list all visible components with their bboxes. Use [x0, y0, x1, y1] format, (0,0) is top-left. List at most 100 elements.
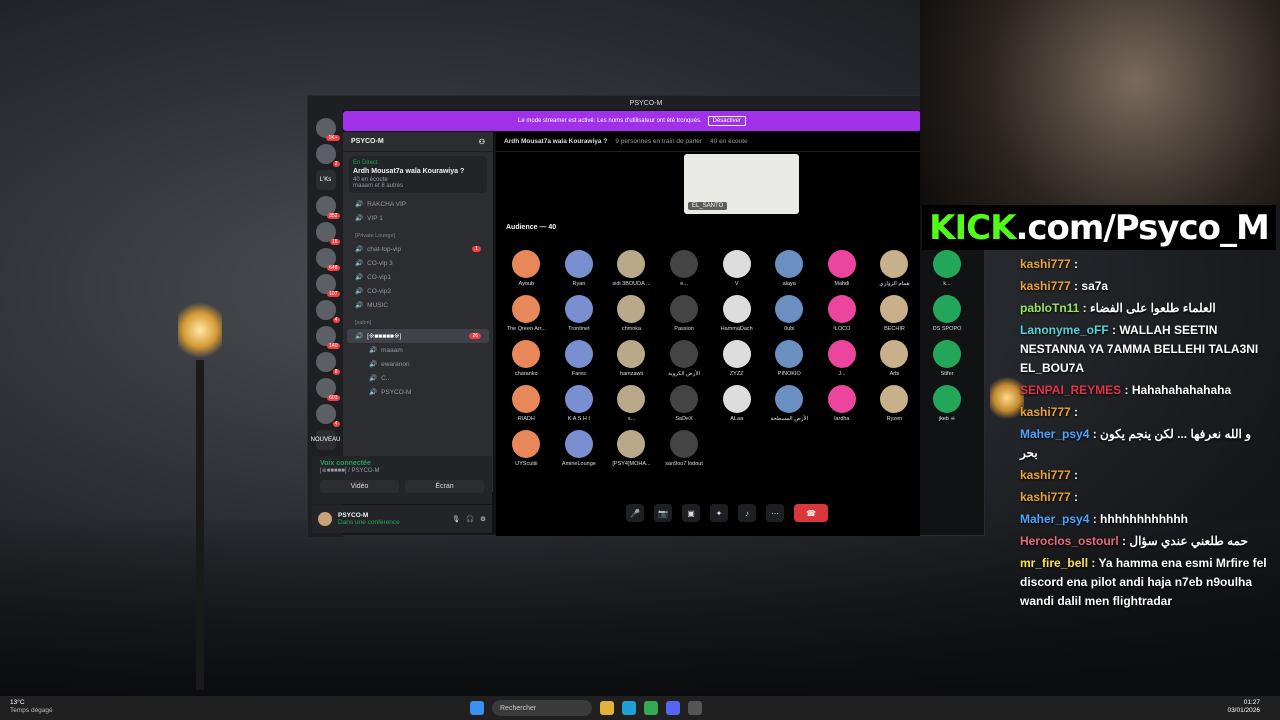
audience-member[interactable]: Fares [553, 340, 606, 377]
audience-member[interactable]: [PSY4]MOHA... [605, 430, 658, 467]
audience-member[interactable]: Passion [658, 295, 711, 332]
chrome-icon[interactable] [644, 701, 658, 715]
server-icon[interactable]: 2 [315, 144, 340, 167]
audience-member[interactable]: lardha [816, 385, 869, 422]
audience-member[interactable]: chmnka [605, 295, 658, 332]
audience-member[interactable]: Ryzen [868, 385, 921, 422]
audience-member[interactable]: 0ubi [763, 295, 816, 332]
server-icon[interactable]: L'Ks [315, 170, 336, 190]
channel-item[interactable]: 🔊 CO-vip2 [343, 284, 493, 298]
channel-item[interactable]: 🔊 C... [343, 371, 493, 385]
channel-item[interactable]: 🔊 RAKCHA VIP [343, 197, 493, 211]
audience-member[interactable]: !LOCO [816, 295, 869, 332]
server-icon[interactable]: 140 [315, 326, 340, 349]
audience-member[interactable]: SaDeX [658, 385, 711, 422]
audience-member[interactable]: BECHIR [868, 295, 921, 332]
chat-username[interactable]: Maher_psy4 [1020, 512, 1089, 526]
disconnect-button[interactable]: ☎ [794, 504, 828, 522]
audience-member[interactable]: alaya [763, 250, 816, 287]
audience-member[interactable]: Ayoub [500, 250, 553, 287]
channel-category[interactable]: [Private Lounge] [343, 225, 493, 242]
channel-item[interactable]: 🔊 maaam [343, 343, 493, 357]
audience-member[interactable]: HammaDach [710, 295, 763, 332]
video-button[interactable]: Vidéo [320, 480, 399, 493]
chat-username[interactable]: kashi777 [1020, 405, 1071, 419]
server-icon[interactable]: 4 [315, 300, 340, 323]
audience-member[interactable]: san9ou7 lodout [658, 430, 711, 467]
chat-username[interactable]: kashi777 [1020, 257, 1071, 271]
audience-member[interactable]: همام الزواري [868, 250, 921, 287]
headset-icon[interactable]: 🎧 [466, 515, 474, 523]
windows-start-icon[interactable] [470, 701, 484, 715]
speaker-tile[interactable]: EL_SANTO [684, 154, 799, 214]
server-icon[interactable]: 603 [315, 378, 340, 401]
discord-icon[interactable] [666, 701, 680, 715]
channel-category[interactable]: [salon] [343, 312, 493, 329]
audience-member[interactable]: jkeb ☠ [921, 385, 974, 422]
activities-button[interactable]: ✦ [710, 504, 728, 522]
audience-member[interactable]: Arbi [868, 340, 921, 377]
channel-item[interactable]: 🔊 [※■■■■■※] 26 [347, 329, 489, 343]
audience-member[interactable]: sidi 3BOUDA ... [605, 250, 658, 287]
audience-member[interactable]: J... [816, 340, 869, 377]
chat-username[interactable]: kashi777 [1020, 279, 1071, 293]
audience-member[interactable]: ALaa [710, 385, 763, 422]
audience-member[interactable]: k... [921, 250, 974, 287]
chat-username[interactable]: kashi777 [1020, 468, 1071, 482]
audience-member[interactable]: الأرض المسطحة [763, 385, 816, 422]
chat-username[interactable]: pabloTn11 [1020, 301, 1079, 315]
soundboard-button[interactable]: ♪ [738, 504, 756, 522]
audience-member[interactable]: UYScutiii [500, 430, 553, 467]
chat-username[interactable]: Maher_psy4 [1020, 427, 1089, 441]
server-icon[interactable]: 352 [315, 196, 340, 219]
audience-member[interactable]: RIADH [500, 385, 553, 422]
explorer-icon[interactable] [600, 701, 614, 715]
screen-share-button[interactable]: Écran [405, 480, 484, 493]
channel-item[interactable]: 🔊 chat-top-vip 1 [343, 242, 493, 256]
settings-gear-icon[interactable]: ⚙ [480, 515, 486, 523]
obs-icon[interactable] [688, 701, 702, 715]
edge-icon[interactable] [622, 701, 636, 715]
chat-username[interactable]: Lanonyme_oFF [1020, 323, 1109, 337]
channel-item[interactable]: 🔊 CO-vip 3 [343, 256, 493, 270]
channel-item[interactable]: 🔊 ewaranon [343, 357, 493, 371]
server-header[interactable]: PSYCO-M ⚇ [343, 132, 493, 152]
audience-member[interactable]: V [710, 250, 763, 287]
channel-item[interactable]: 🔊 PSYCO-M [343, 385, 493, 399]
more-options-button[interactable]: ⋯ [766, 504, 784, 522]
clock[interactable]: 01:27 03/01/2026 [1227, 699, 1260, 715]
audience-member[interactable]: AmineLounge [553, 430, 606, 467]
server-icon[interactable]: 4 [315, 404, 340, 427]
audience-member[interactable]: s... [605, 385, 658, 422]
channel-item[interactable]: 🔊 MUSIC [343, 298, 493, 312]
audience-member[interactable]: Trontinet [553, 295, 606, 332]
chat-username[interactable]: mr_fire_bell [1020, 556, 1088, 570]
server-icon[interactable]: NOUVEAU [311, 430, 340, 450]
server-icon[interactable]: 8 [315, 352, 340, 375]
mic-toggle-button[interactable]: 🎤 [626, 504, 644, 522]
audience-member[interactable]: الأرض الكروية [658, 340, 711, 377]
audience-member[interactable]: charanko [500, 340, 553, 377]
audience-member[interactable]: The Qreen Arr... [500, 295, 553, 332]
audience-member[interactable]: Stifer [921, 340, 974, 377]
disable-streamer-button[interactable]: Désactiver [707, 116, 746, 126]
audience-member[interactable]: e... [658, 250, 711, 287]
audience-member[interactable]: Ryan [553, 250, 606, 287]
audience-member[interactable]: PINOKIO [763, 340, 816, 377]
server-icon[interactable]: 1K+ [315, 118, 340, 141]
mic-icon[interactable]: 🎙 [452, 515, 460, 523]
server-icon[interactable]: 107 [315, 274, 340, 297]
live-stage-card[interactable]: En Direct Ardh Mousat7a wala Kourawiya ?… [349, 156, 487, 193]
audience-member[interactable]: ZYZZ [710, 340, 763, 377]
audience-member[interactable]: Mahdi [816, 250, 869, 287]
channel-item[interactable]: 🔊 VIP 1 [343, 211, 493, 225]
chat-username[interactable]: SENPAI_REYMES [1020, 383, 1121, 397]
camera-toggle-button[interactable]: 📷 [654, 504, 672, 522]
add-member-icon[interactable]: ⚇ [479, 138, 485, 146]
chat-username[interactable]: Heroclos_ostourl [1020, 534, 1119, 548]
taskbar-search[interactable]: Rechercher [492, 700, 592, 716]
weather-widget[interactable]: 13°C Temps dégagé [10, 699, 53, 715]
chat-username[interactable]: kashi777 [1020, 490, 1071, 504]
screen-share-button[interactable]: ▣ [682, 504, 700, 522]
server-icon[interactable]: 648 [315, 248, 340, 271]
